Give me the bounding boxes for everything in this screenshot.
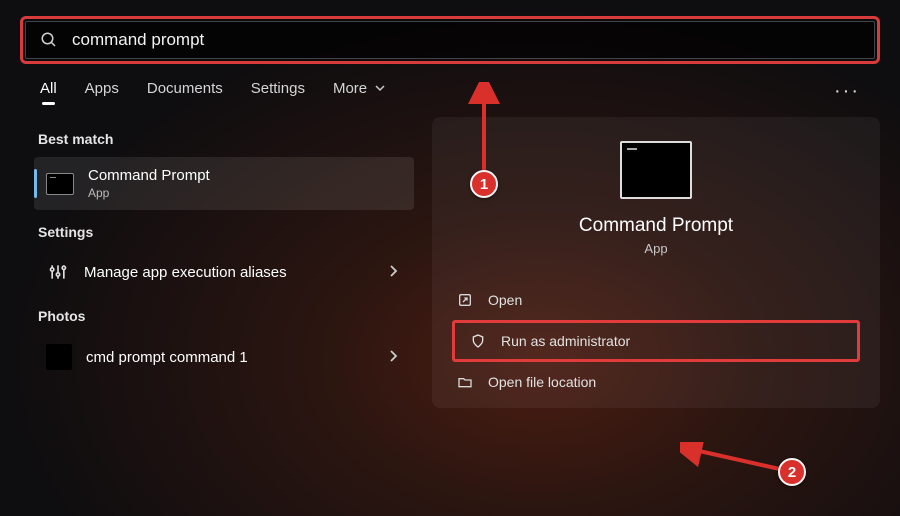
action-run-as-admin[interactable]: Run as administrator xyxy=(452,320,860,362)
tab-more[interactable]: More xyxy=(333,80,385,103)
photos-item-label: cmd prompt command 1 xyxy=(86,349,374,366)
result-command-prompt[interactable]: Command Prompt App xyxy=(34,157,414,210)
tab-more-label: More xyxy=(333,80,367,97)
chevron-right-icon xyxy=(388,264,398,280)
annotation-arrow-2 xyxy=(680,442,790,476)
app-tile-icon xyxy=(620,141,692,199)
preview-app-name: Command Prompt xyxy=(579,215,733,237)
photos-header: Photos xyxy=(38,308,414,324)
settings-item-label: Manage app execution aliases xyxy=(84,264,374,281)
action-open-location-label: Open file location xyxy=(488,374,596,390)
search-bar[interactable] xyxy=(25,21,875,59)
annotation-badge-2: 2 xyxy=(778,458,806,486)
tab-documents[interactable]: Documents xyxy=(147,80,223,103)
search-icon xyxy=(40,31,58,49)
tab-apps[interactable]: Apps xyxy=(85,80,119,103)
result-photo-cmd[interactable]: cmd prompt command 1 xyxy=(34,334,414,380)
more-options-button[interactable]: ··· xyxy=(834,80,860,103)
sliders-icon xyxy=(46,260,70,284)
preview-app-type: App xyxy=(644,241,667,256)
chevron-right-icon xyxy=(388,349,398,365)
action-run-as-admin-label: Run as administrator xyxy=(501,333,630,349)
results-column: Best match Command Prompt App Settings M… xyxy=(34,117,414,408)
chevron-down-icon xyxy=(375,80,385,97)
search-input[interactable] xyxy=(72,30,860,50)
best-match-header: Best match xyxy=(38,131,414,147)
shield-icon xyxy=(469,332,487,350)
settings-header: Settings xyxy=(38,224,414,240)
cmd-icon xyxy=(46,173,74,195)
action-open[interactable]: Open xyxy=(442,282,870,318)
open-icon xyxy=(456,291,474,309)
result-subtitle: App xyxy=(88,186,402,200)
search-highlight-box xyxy=(20,16,880,64)
folder-icon xyxy=(456,373,474,391)
result-title: Command Prompt xyxy=(88,167,402,184)
preview-panel: Command Prompt App Open Run as administr… xyxy=(432,117,880,408)
photo-thumbnail xyxy=(46,344,72,370)
tab-all[interactable]: All xyxy=(40,80,57,103)
action-open-label: Open xyxy=(488,292,522,308)
filter-tabs: All Apps Documents Settings More ··· xyxy=(0,72,900,107)
tab-settings[interactable]: Settings xyxy=(251,80,305,103)
annotation-badge-1: 1 xyxy=(470,170,498,198)
action-open-file-location[interactable]: Open file location xyxy=(442,364,870,400)
result-manage-aliases[interactable]: Manage app execution aliases xyxy=(34,250,414,294)
